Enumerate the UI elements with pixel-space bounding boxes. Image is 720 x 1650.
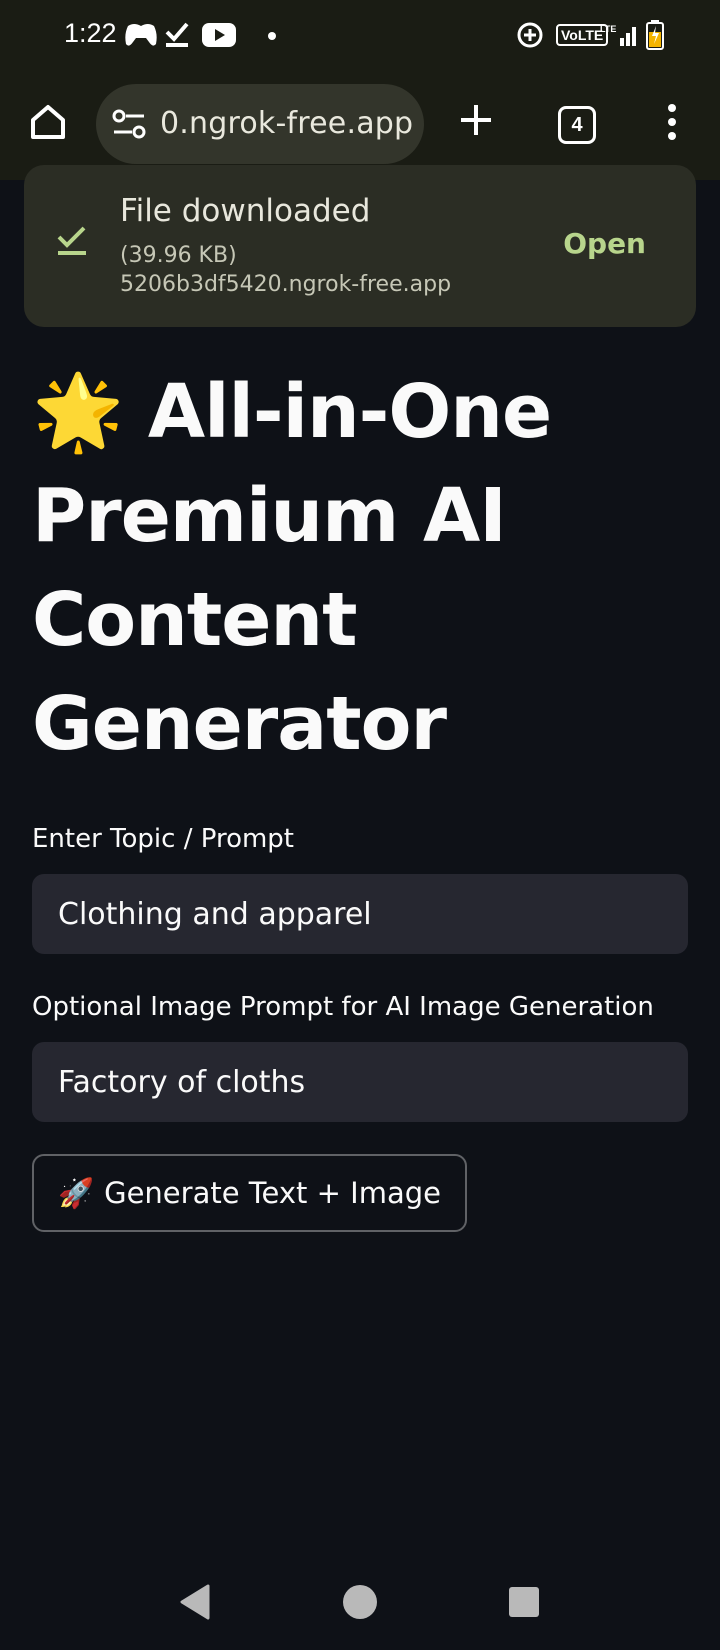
rocket-icon: 🚀 (58, 1175, 95, 1210)
address-bar[interactable]: 0.ngrok-free.app (96, 84, 424, 164)
star-emoji-icon: 🌟 (32, 369, 124, 455)
signal-icon: LTE (600, 22, 640, 52)
image-prompt-label: Optional Image Prompt for AI Image Gener… (32, 992, 654, 1022)
image-prompt-input[interactable] (32, 1042, 688, 1122)
game-controller-icon (124, 22, 158, 52)
download-toast: File downloaded (39.96 KB) 5206b3df5420.… (24, 165, 696, 327)
toast-file-size: (39.96 KB) (120, 243, 237, 268)
topic-label: Enter Topic / Prompt (32, 824, 295, 854)
status-time: 1:22 (64, 18, 117, 48)
back-icon[interactable] (178, 1584, 212, 1624)
recents-icon[interactable] (508, 1586, 540, 1622)
generate-button-label: Generate Text + Image (104, 1176, 441, 1210)
generate-button[interactable]: 🚀 Generate Text + Image (32, 1154, 467, 1232)
system-navigation-bar (0, 1550, 720, 1650)
site-settings-icon[interactable] (112, 108, 146, 144)
browser-chrome: 1:22 VoLTE LTE 0.ngrok-free.app 4 (0, 0, 720, 180)
toast-host: 5206b3df5420.ngrok-free.app (120, 272, 452, 297)
data-saver-icon (516, 21, 544, 53)
open-download-button[interactable]: Open (563, 227, 646, 260)
download-complete-icon (56, 223, 88, 261)
status-bar: 1:22 VoLTE LTE (0, 0, 720, 72)
notification-dot (268, 32, 276, 40)
youtube-icon (202, 22, 236, 52)
home-nav-icon[interactable] (342, 1584, 378, 1624)
more-menu-icon[interactable] (662, 102, 682, 146)
task-done-icon (164, 20, 190, 52)
home-icon[interactable] (28, 102, 68, 146)
page-title: 🌟 All-in-One Premium AI Content Generato… (32, 360, 692, 776)
battery-icon (646, 20, 664, 54)
topic-input[interactable] (32, 874, 688, 954)
toast-title: File downloaded (120, 193, 371, 229)
browser-toolbar: 0.ngrok-free.app 4 (0, 82, 720, 166)
svg-text:LTE: LTE (600, 24, 616, 34)
new-tab-icon[interactable] (458, 102, 494, 142)
tab-switcher-button[interactable]: 4 (558, 106, 596, 144)
url-text[interactable]: 0.ngrok-free.app (160, 104, 416, 144)
